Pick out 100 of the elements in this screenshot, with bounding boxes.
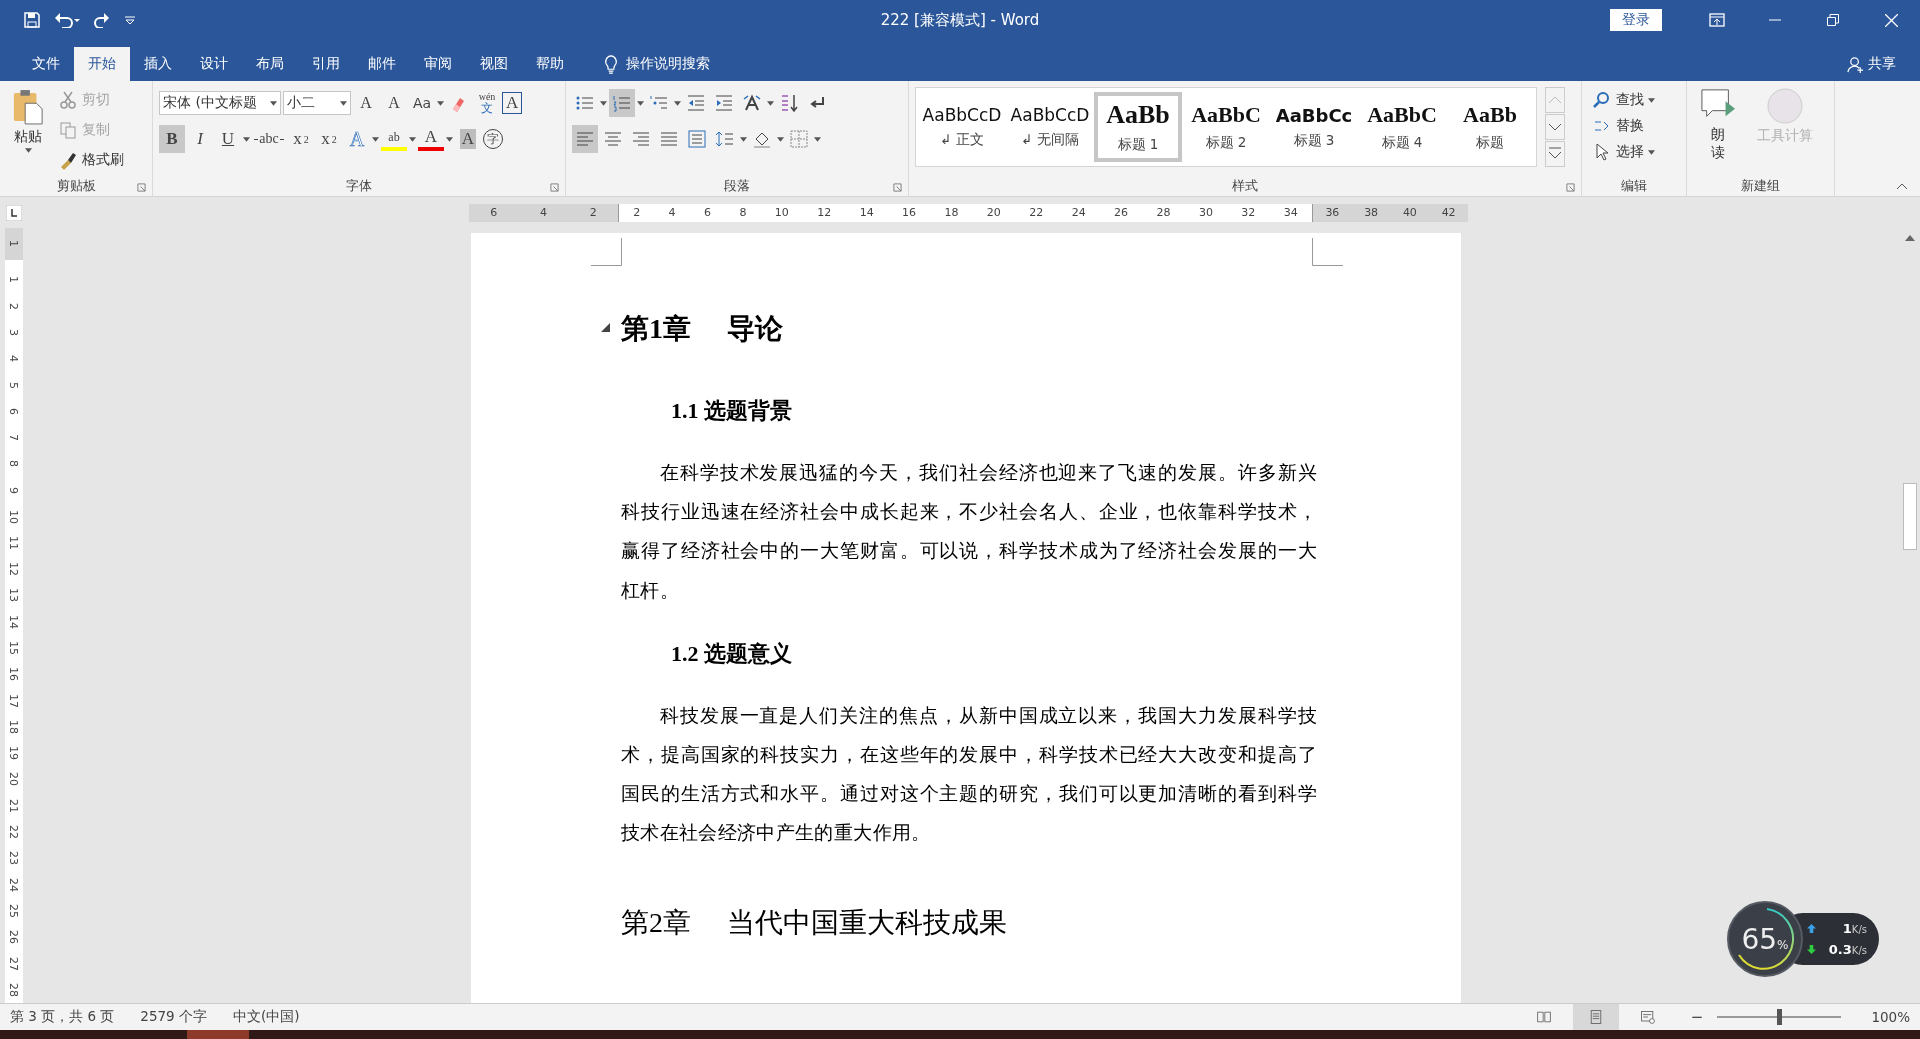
caret-icon[interactable] (372, 136, 379, 142)
chapter-heading: 当代中国重大科技成果 (727, 905, 1007, 940)
font-name-field[interactable]: 宋体 (中文标题 (159, 91, 281, 115)
undo-icon[interactable] (54, 12, 80, 28)
superscript-button[interactable]: x2 (316, 125, 342, 153)
dialog-launcher-icon[interactable] (550, 183, 559, 192)
ribbon-tab[interactable]: 插入 (130, 47, 186, 81)
dialog-launcher-icon[interactable] (137, 183, 146, 192)
ruler-number: 28 (1156, 206, 1171, 219)
tell-me-search[interactable]: 操作说明搜索 (626, 55, 710, 73)
caret-icon[interactable] (674, 100, 681, 106)
caret-icon[interactable] (437, 100, 444, 106)
plain-button[interactable]: Aa (409, 89, 435, 117)
caret-icon[interactable] (814, 136, 821, 142)
body-paragraph: 在科学技术发展迅猛的今天，我们社会经济也迎来了飞速的发展。许多新兴科技行业迅速在经济社会中成长起来，不少社会名人、企业，也依靠科学技术，赢得了经济社会中的一大笔财富。可以说，科学技术成为了经济社会发展的一大杠杆。 (621, 461, 1317, 603)
ruler-number: 28 (7, 981, 20, 999)
customize-icon[interactable] (124, 15, 136, 25)
ruler-number: 14 (859, 206, 874, 219)
collapse-icon[interactable] (601, 323, 610, 332)
ribbon-tab[interactable]: 文件 (18, 47, 74, 81)
ruler-number: 18 (944, 206, 959, 219)
italic-button[interactable]: I (187, 125, 213, 153)
brush-button[interactable]: 格式刷 (54, 147, 128, 173)
ruler-number: 2 (633, 206, 641, 219)
ruler-number: 4 (7, 354, 20, 365)
ruler-number: 27 (7, 955, 20, 973)
shrink-button[interactable]: A (381, 89, 407, 117)
style-item[interactable]: AaBb 标题 1 (1094, 92, 1182, 162)
close-icon[interactable] (1884, 13, 1898, 27)
ruler-number: 7 (7, 433, 20, 444)
pinyin-button[interactable]: wén 文 (474, 89, 500, 117)
replace-button[interactable]: 替换 (1588, 113, 1648, 139)
style-item[interactable]: AaBbCcD ↲ 无间隔 (1006, 92, 1094, 162)
style-item[interactable]: AaBbC 标题 2 (1182, 92, 1270, 162)
dialog-launcher-icon[interactable] (893, 183, 902, 192)
scroll-up-icon[interactable] (1904, 234, 1916, 242)
tab-selector-icon[interactable] (5, 204, 22, 221)
read-icon (1535, 1009, 1552, 1025)
caret-icon[interactable] (446, 136, 453, 142)
paste-button[interactable]: 粘贴 (6, 87, 50, 176)
indent-icon (714, 93, 734, 113)
font-size-field[interactable]: 小二 (283, 91, 351, 115)
style-item[interactable]: AaBb 标题 (1446, 92, 1534, 162)
boxed-button[interactable]: A (502, 92, 523, 114)
group-label: 新建组 (1741, 177, 1780, 195)
select-button[interactable]: 选择 (1588, 139, 1648, 165)
zoom-percent[interactable]: 100% (1871, 1009, 1910, 1025)
zoom-out-button[interactable]: − (1690, 1008, 1704, 1026)
shading-button[interactable]: A (455, 125, 481, 153)
collapse-ribbon-icon[interactable] (1896, 182, 1908, 190)
ribbon-tab[interactable]: 邮件 (354, 47, 410, 81)
ruler-number: 5 (7, 380, 20, 391)
read-aloud-button[interactable]: 朗读 (1693, 87, 1743, 176)
caret-icon[interactable] (740, 136, 747, 142)
caret-icon[interactable] (1648, 149, 1655, 155)
ribbon-tab[interactable]: 设计 (186, 47, 242, 81)
scroll-thumb[interactable] (1903, 483, 1917, 550)
upload-rate: 1K/s (1842, 921, 1867, 936)
style-item[interactable]: AaBbC 标题 4 (1358, 92, 1446, 162)
sort-icon (779, 93, 799, 113)
caret-icon[interactable] (767, 100, 774, 106)
clipboard-icon (12, 88, 44, 126)
caret-icon[interactable] (637, 100, 644, 106)
justify-icon (659, 129, 679, 149)
upload-arrow-icon (1807, 924, 1816, 933)
caret-icon[interactable] (409, 136, 416, 142)
bold-button[interactable]: B (159, 125, 185, 153)
ribbon-tab[interactable]: 开始 (74, 47, 130, 81)
restore-icon[interactable] (1827, 14, 1839, 26)
subscript-button[interactable]: x2 (288, 125, 314, 153)
caret-icon[interactable] (600, 100, 607, 106)
window-title: 222 [兼容模式] - Word (880, 10, 1040, 29)
caret-icon[interactable] (1648, 97, 1655, 103)
zoom-thumb[interactable] (1777, 1009, 1783, 1025)
sign-in-button[interactable]: 登录 (1610, 9, 1662, 31)
more-icon[interactable] (1545, 141, 1565, 167)
caret-icon[interactable] (243, 136, 250, 142)
style-item[interactable]: AaBbCcD ↲ 正文 (918, 92, 1006, 162)
ribbon-tab[interactable]: 视图 (466, 47, 522, 81)
view-button[interactable] (1572, 1004, 1619, 1030)
dialog-launcher-icon[interactable] (1566, 183, 1575, 192)
save-icon[interactable] (24, 12, 40, 28)
ribbon-display-icon[interactable] (1709, 13, 1725, 27)
strike-button[interactable]: abc (252, 125, 286, 153)
ribbon-tab[interactable]: 引用 (298, 47, 354, 81)
style-item[interactable]: AaBbCc 标题 3 (1270, 92, 1358, 162)
ruler-number: 17 (7, 692, 20, 710)
ribbon-tab[interactable]: 布局 (242, 47, 298, 81)
ribbon-tab[interactable]: 审阅 (410, 47, 466, 81)
scroll-down-icon[interactable] (1545, 114, 1565, 140)
grow-button[interactable]: A (353, 89, 379, 117)
ruler-number: 36 (1325, 206, 1340, 219)
fontcolor-button[interactable]: A (418, 127, 444, 151)
underline-button[interactable]: U (215, 125, 241, 153)
find-button[interactable]: 查找 (1588, 87, 1648, 113)
highlight-button[interactable]: ab (381, 127, 407, 151)
caret-icon[interactable] (777, 136, 784, 142)
redo-icon[interactable] (94, 12, 110, 28)
share-button[interactable]: 共享 (1868, 55, 1896, 73)
ribbon-tab[interactable]: 帮助 (522, 47, 578, 81)
